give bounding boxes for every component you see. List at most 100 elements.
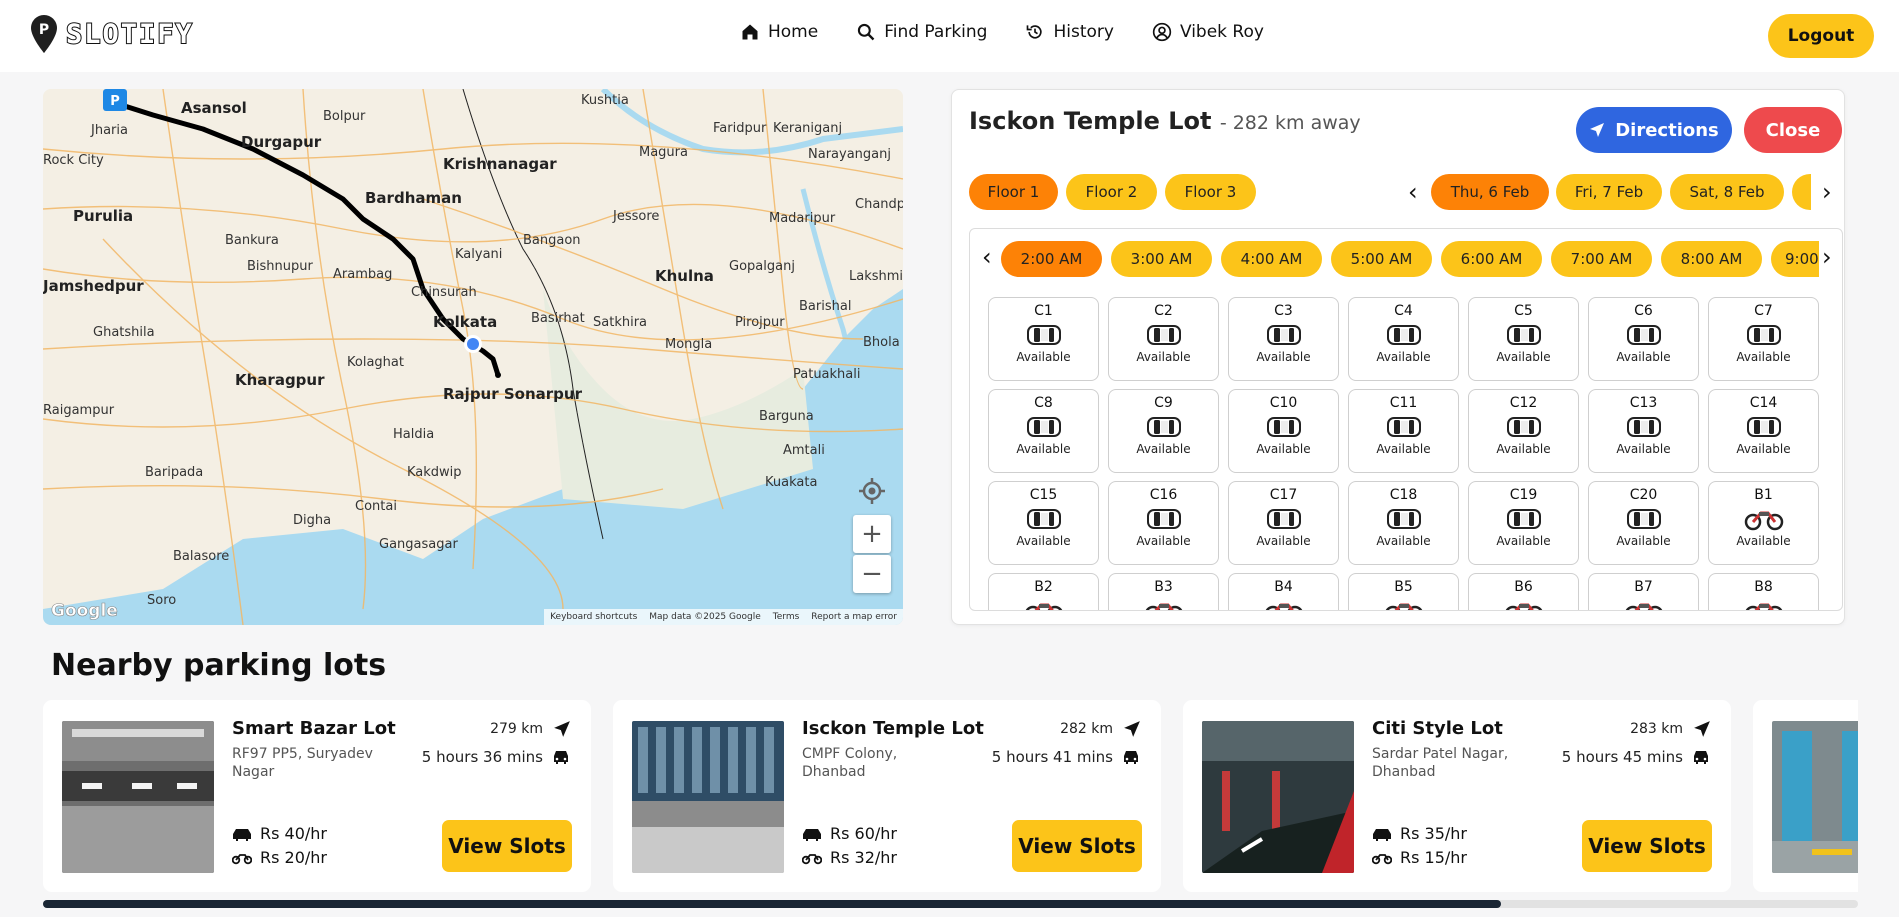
parking-slot[interactable]: B2 (988, 573, 1099, 610)
lot-card-time: 5 hours 45 mins (1561, 748, 1683, 766)
floor-tab-2[interactable]: Floor 2 (1066, 174, 1157, 210)
date-tab[interactable]: Thu, 6 Feb (1431, 174, 1549, 210)
lot-card-name: Smart Bazar Lot (232, 718, 396, 739)
map-label: Mongla (665, 337, 713, 352)
terms-link[interactable]: Terms (773, 612, 800, 622)
date-prev-arrow[interactable]: ‹ (1408, 180, 1418, 204)
time-tab[interactable]: 4:00 AM (1221, 241, 1322, 277)
navigation-arrow-icon (1124, 721, 1140, 737)
parking-slot[interactable]: C3 Available (1228, 297, 1339, 381)
nav-find-parking[interactable]: Find Parking (856, 22, 987, 42)
car-top-icon (1026, 417, 1061, 437)
parking-slot[interactable]: C6 Available (1588, 297, 1699, 381)
parking-lot-card[interactable]: Isckon Temple Lot CMPF Colony, Dhanbad 2… (613, 700, 1161, 892)
motorbike-icon (1145, 603, 1182, 610)
parking-slot[interactable]: C19 Available (1468, 481, 1579, 565)
parking-slot[interactable]: B8 (1708, 573, 1819, 610)
close-button[interactable]: Close (1744, 107, 1842, 153)
parking-lot-card[interactable]: Citi Style Lot Sardar Patel Nagar, Dhanb… (1183, 700, 1731, 892)
car-top-icon (1746, 417, 1781, 437)
map-label: Raigampur (43, 403, 115, 418)
parking-slot[interactable]: B7 (1588, 573, 1699, 610)
date-next-arrow[interactable]: › (1822, 180, 1832, 204)
parking-slot[interactable]: B6 (1468, 573, 1579, 610)
date-tab[interactable]: Sat, 8 Feb (1670, 174, 1784, 210)
parking-slot[interactable]: C1 Available (988, 297, 1099, 381)
car-top-icon (1626, 417, 1661, 437)
parking-slot[interactable]: C20 Available (1588, 481, 1699, 565)
time-prev-arrow[interactable]: ‹ (982, 245, 992, 269)
parking-slot[interactable]: C7 Available (1708, 297, 1819, 381)
nav-home[interactable]: Home (740, 22, 818, 42)
time-tab[interactable]: 6:00 AM (1441, 241, 1542, 277)
bike-rate-text: Rs 32/hr (830, 848, 898, 867)
time-tab-partial[interactable]: 9:00 AM (1771, 241, 1819, 277)
carousel-scrollbar-thumb[interactable] (43, 900, 1501, 908)
map-label: Keraniganj (773, 121, 843, 136)
view-slots-button[interactable]: View Slots (1582, 820, 1712, 872)
report-map-error-link[interactable]: Report a map error (811, 612, 897, 622)
parking-slot[interactable]: C12 Available (1468, 389, 1579, 473)
route-map[interactable]: P Asansol Durgapur Bolpur Krishnanagar K… (43, 89, 903, 625)
logout-button[interactable]: Logout (1768, 14, 1874, 58)
car-top-icon (1506, 325, 1541, 345)
map-label: Jharia (91, 123, 128, 138)
map-label: Purulia (73, 207, 134, 225)
lot-card-name: Isckon Temple Lot (802, 718, 984, 739)
slot-status: Available (1376, 534, 1431, 548)
parking-slot[interactable]: B4 (1228, 573, 1339, 610)
time-tab[interactable]: 8:00 AM (1661, 241, 1762, 277)
parking-slot[interactable]: C15 Available (988, 481, 1099, 565)
time-tab[interactable]: 3:00 AM (1111, 241, 1212, 277)
parking-slot[interactable]: C10 Available (1228, 389, 1339, 473)
parking-slot[interactable]: B5 (1348, 573, 1459, 610)
zoom-out-button[interactable]: − (853, 555, 891, 593)
slot-id: B8 (1754, 579, 1773, 595)
car-top-icon (1506, 509, 1541, 529)
time-tab[interactable]: 7:00 AM (1551, 241, 1652, 277)
parking-slot[interactable]: C2 Available (1108, 297, 1219, 381)
parking-slot[interactable]: C5 Available (1468, 297, 1579, 381)
parking-slot[interactable]: C17 Available (1228, 481, 1339, 565)
parking-slot[interactable]: C4 Available (1348, 297, 1459, 381)
zoom-in-button[interactable]: + (853, 515, 891, 553)
parking-slot[interactable]: C14 Available (1708, 389, 1819, 473)
parking-slot[interactable]: B3 (1108, 573, 1219, 610)
date-tab[interactable]: Fri, 7 Feb (1556, 174, 1662, 210)
map-label: Ghatshila (93, 325, 155, 340)
parking-slot[interactable]: C18 Available (1348, 481, 1459, 565)
slot-id: C14 (1749, 395, 1778, 411)
floor-tab-1[interactable]: Floor 1 (969, 174, 1058, 210)
motorbike-icon (1744, 511, 1783, 531)
nav-history[interactable]: History (1025, 22, 1114, 42)
floor-tab-3[interactable]: Floor 3 (1165, 174, 1256, 210)
parking-lot-card[interactable]: Smart Bazar Lot RF97 PP5, Suryadev Nagar… (43, 700, 591, 892)
brand-logo[interactable]: P SLOTIFY (30, 14, 194, 54)
view-slots-button[interactable]: View Slots (442, 820, 572, 872)
time-tab[interactable]: 5:00 AM (1331, 241, 1432, 277)
directions-button[interactable]: Directions (1576, 107, 1732, 153)
view-slots-button[interactable]: View Slots (1012, 820, 1142, 872)
parking-slot[interactable]: C8 Available (988, 389, 1099, 473)
slot-status: Available (1136, 350, 1191, 364)
slot-status: Available (1376, 442, 1431, 456)
map-label: Pirojpur (735, 315, 785, 330)
parking-slot[interactable]: B1 Available (1708, 481, 1819, 565)
time-tab[interactable]: 2:00 AM (1001, 241, 1102, 277)
car-icon (803, 828, 821, 841)
map-label: Faridpur (713, 121, 767, 136)
nearby-lots-carousel[interactable]: Smart Bazar Lot RF97 PP5, Suryadev Nagar… (43, 700, 1858, 892)
keyboard-shortcuts-link[interactable]: Keyboard shortcuts (550, 612, 637, 622)
my-location-button[interactable] (853, 472, 891, 510)
lot-card-address: CMPF Colony, Dhanbad (802, 746, 898, 780)
nav-profile[interactable]: Vibek Roy (1152, 22, 1264, 42)
parking-lot-card-partial[interactable] (1753, 700, 1858, 892)
parking-slot[interactable]: C13 Available (1588, 389, 1699, 473)
parking-slot[interactable]: C16 Available (1108, 481, 1219, 565)
slot-status: Available (1496, 350, 1551, 364)
time-next-arrow[interactable]: › (1822, 245, 1832, 269)
parking-slot[interactable]: C11 Available (1348, 389, 1459, 473)
date-tab-partial[interactable] (1792, 174, 1811, 210)
parking-slot[interactable]: C9 Available (1108, 389, 1219, 473)
slot-status: Available (1616, 350, 1671, 364)
